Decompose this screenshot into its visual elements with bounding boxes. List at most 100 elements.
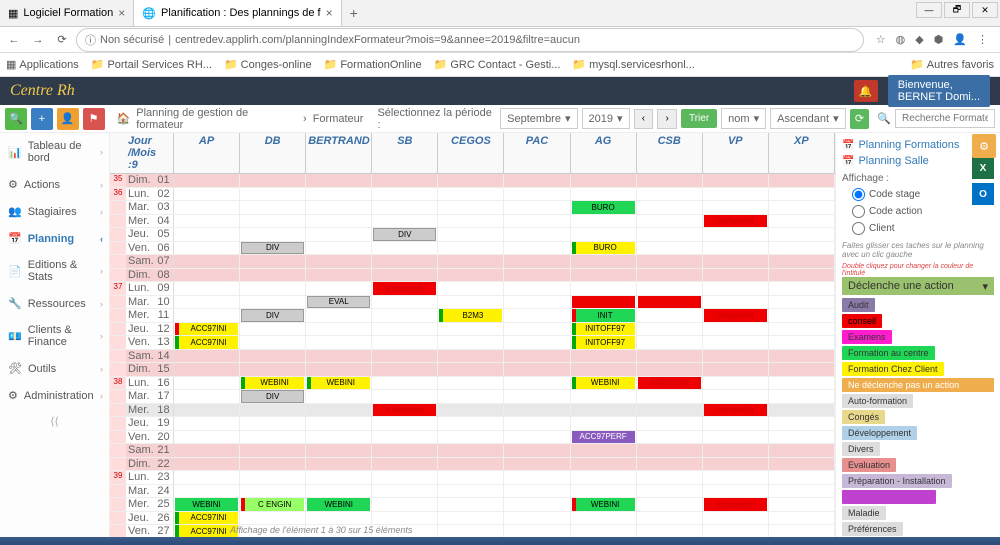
calendar-cell[interactable]: WEBINI	[240, 377, 306, 390]
event[interactable]	[638, 296, 701, 309]
extension-icon[interactable]: ◍	[896, 33, 906, 46]
calendar-cell[interactable]	[703, 269, 769, 282]
logo[interactable]: Centre Rh	[10, 82, 75, 100]
calendar-cell[interactable]	[504, 471, 570, 484]
calendar-cell[interactable]	[174, 471, 240, 484]
calendar-cell[interactable]	[372, 512, 438, 525]
calendar-cell[interactable]	[769, 350, 835, 363]
calendar-cell[interactable]	[571, 458, 637, 471]
calendar-cell[interactable]	[372, 269, 438, 282]
minimize-button[interactable]: —	[916, 2, 942, 18]
event[interactable]: WEBINI	[572, 377, 635, 390]
calendar-cell[interactable]	[769, 323, 835, 336]
calendar-cell[interactable]	[703, 188, 769, 201]
calendar-cell[interactable]	[769, 512, 835, 525]
calendar-cell[interactable]	[703, 390, 769, 403]
calendar-cell[interactable]	[769, 377, 835, 390]
calendar-cell[interactable]: EVAL	[306, 296, 372, 309]
calendar-cell[interactable]: ACC97INI	[174, 323, 240, 336]
col-header[interactable]: CEGOS	[438, 133, 504, 173]
calendar-cell[interactable]	[703, 201, 769, 214]
calendar-cell[interactable]	[240, 174, 306, 187]
tag-d-veloppement[interactable]: Développement	[842, 426, 917, 440]
event[interactable]: C ENGIN	[241, 498, 304, 511]
calendar-cell[interactable]	[306, 417, 372, 430]
calendar-cell[interactable]	[504, 350, 570, 363]
calendar-cell[interactable]	[174, 363, 240, 376]
calendar-cell[interactable]	[306, 242, 372, 255]
calendar-cell[interactable]	[438, 174, 504, 187]
calendar-cell[interactable]	[306, 512, 372, 525]
calendar-cell[interactable]	[306, 363, 372, 376]
calendar-cell[interactable]	[769, 458, 835, 471]
calendar-cell[interactable]	[571, 390, 637, 403]
calendar-cell[interactable]	[769, 174, 835, 187]
calendar-cell[interactable]	[703, 228, 769, 241]
search-input[interactable]	[895, 109, 995, 128]
calendar-cell[interactable]	[240, 296, 306, 309]
calendar-cell[interactable]	[769, 269, 835, 282]
calendar-cell[interactable]	[703, 444, 769, 457]
calendar-cell[interactable]	[372, 309, 438, 322]
calendar-cell[interactable]	[703, 458, 769, 471]
calendar-cell[interactable]	[637, 390, 703, 403]
calendar-cell[interactable]	[306, 431, 372, 444]
browser-tab-0[interactable]: ▦ Logiciel Formation ×	[0, 0, 134, 26]
sidebar-item-ressources[interactable]: 🔧Ressources›	[0, 290, 109, 317]
calendar-cell[interactable]	[703, 512, 769, 525]
event[interactable]: ACC97INI	[175, 336, 238, 349]
calendar-cell[interactable]: INITOFF97	[571, 336, 637, 349]
tag-conseil[interactable]: conseil	[842, 314, 882, 328]
calendar-cell[interactable]	[174, 390, 240, 403]
calendar-cell[interactable]	[438, 350, 504, 363]
radio-input[interactable]	[852, 188, 865, 201]
maximize-button[interactable]: 🗗	[944, 2, 970, 18]
calendar-cell[interactable]	[438, 336, 504, 349]
calendar-cell[interactable]	[240, 471, 306, 484]
calendar-cell[interactable]	[637, 269, 703, 282]
calendar-cell[interactable]	[504, 363, 570, 376]
calendar-cell[interactable]: BURO	[571, 242, 637, 255]
calendar-cell[interactable]	[438, 255, 504, 268]
calendar-cell[interactable]	[637, 174, 703, 187]
menu-icon[interactable]: ⋮	[977, 33, 988, 46]
calendar-cell[interactable]	[769, 525, 835, 538]
refresh-button[interactable]: ⟳	[850, 109, 870, 129]
calendar-cell[interactable]	[703, 255, 769, 268]
calendar-cell[interactable]	[637, 458, 703, 471]
outlook-icon[interactable]: O	[972, 183, 994, 205]
calendar-cell[interactable]	[174, 458, 240, 471]
calendar-cell[interactable]	[504, 242, 570, 255]
calendar-cell[interactable]	[372, 323, 438, 336]
calendar-cell[interactable]: Indisponib	[703, 215, 769, 228]
calendar-cell[interactable]: WEBINI	[571, 377, 637, 390]
calendar-cell[interactable]	[571, 525, 637, 538]
user-menu[interactable]: Bienvenue, BERNET Domi...	[888, 75, 990, 107]
calendar-cell[interactable]	[769, 215, 835, 228]
calendar-cell[interactable]	[438, 201, 504, 214]
calendar-cell[interactable]	[240, 323, 306, 336]
bookmark-item[interactable]: 📁 FormationOnline	[324, 58, 422, 71]
calendar-cell[interactable]	[571, 404, 637, 417]
tag-auto-formation[interactable]: Auto-formation	[842, 394, 913, 408]
event[interactable]: DIV	[241, 390, 304, 403]
bookmark-item[interactable]: 📁 mysql.servicesrhonl...	[572, 58, 694, 71]
calendar-cell[interactable]	[306, 444, 372, 457]
profile-icon[interactable]: 👤	[953, 33, 967, 46]
new-tab-button[interactable]: +	[342, 5, 366, 21]
calendar-cell[interactable]	[174, 377, 240, 390]
calendar-cell[interactable]	[306, 336, 372, 349]
calendar-cell[interactable]: ACC97INI	[174, 512, 240, 525]
calendar-cell[interactable]	[306, 201, 372, 214]
event[interactable]: BURO	[572, 201, 635, 214]
calendar-cell[interactable]	[438, 228, 504, 241]
prev-button[interactable]: ‹	[634, 109, 654, 129]
event[interactable]: INIT	[572, 309, 635, 322]
calendar-cell[interactable]	[637, 215, 703, 228]
calendar-cell[interactable]	[504, 336, 570, 349]
calendar-cell[interactable]	[637, 363, 703, 376]
calendar-cell[interactable]	[504, 417, 570, 430]
event[interactable]	[572, 296, 635, 309]
calendar-cell[interactable]: WEBINI	[306, 377, 372, 390]
calendar-cell[interactable]	[438, 188, 504, 201]
